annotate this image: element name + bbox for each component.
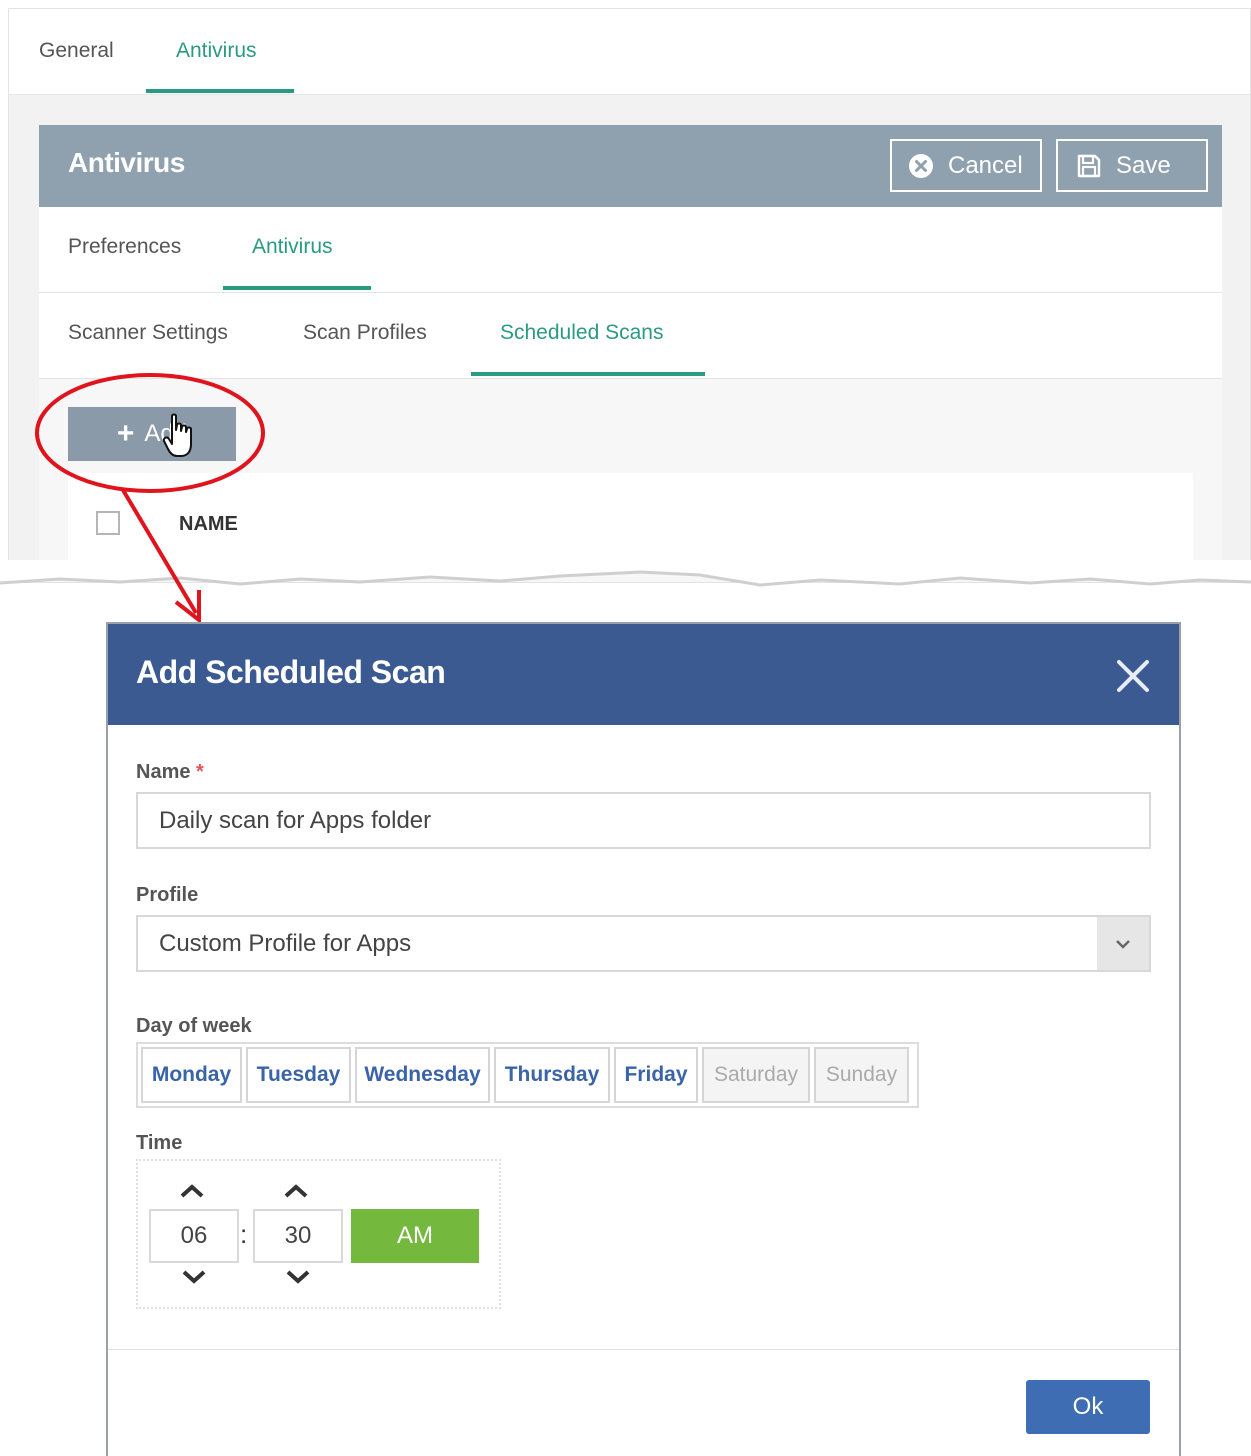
panel-header: Antivirus Cancel Save <box>39 125 1222 207</box>
plus-icon: + <box>116 417 135 450</box>
close-icon[interactable] <box>1115 658 1151 694</box>
minute-field[interactable]: 30 <box>253 1209 343 1263</box>
profile-select-value: Custom Profile for Apps <box>159 929 412 957</box>
profile-label: Profile <box>136 884 199 906</box>
tab-scheduled-scans[interactable]: Scheduled Scans <box>500 321 663 345</box>
tab-scanner-settings[interactable]: Scanner Settings <box>68 321 228 345</box>
day-friday[interactable]: Friday <box>614 1047 698 1103</box>
antivirus-settings-screen: General Antivirus Antivirus Cancel Save … <box>8 8 1251 583</box>
add-button[interactable]: + Add <box>68 407 236 461</box>
day-wednesday[interactable]: Wednesday <box>355 1047 490 1103</box>
minute-decrement-chevron-down-icon[interactable] <box>284 1267 312 1287</box>
tab-general[interactable]: General <box>39 39 114 63</box>
panel-body: Preferences Antivirus Scanner Settings S… <box>39 207 1222 582</box>
name-field-value: Daily scan for Apps folder <box>159 806 432 834</box>
day-saturday[interactable]: Saturday <box>702 1047 810 1103</box>
name-field[interactable]: Daily scan for Apps folder <box>136 792 1151 849</box>
name-label-text: Name <box>136 761 191 783</box>
cancel-circle-x-icon <box>909 153 933 178</box>
time-separator: : <box>240 1219 248 1249</box>
save-floppy-icon <box>1077 154 1101 177</box>
save-button-label: Save <box>1116 151 1171 179</box>
am-pm-toggle[interactable]: AM <box>351 1209 479 1263</box>
select-all-checkbox[interactable] <box>96 511 120 535</box>
torn-edge-divider <box>0 560 1251 587</box>
tab-scan-profiles[interactable]: Scan Profiles <box>303 321 427 345</box>
tab-antivirus-sub[interactable]: Antivirus <box>252 235 333 259</box>
ok-button[interactable]: Ok <box>1026 1380 1150 1434</box>
sub-tab-bar: Preferences Antivirus <box>39 207 1222 293</box>
time-label: Time <box>136 1132 183 1154</box>
day-of-week-selector: Monday Tuesday Wednesday Thursday Friday… <box>136 1042 919 1108</box>
add-scheduled-scan-dialog: Add Scheduled Scan Name * Daily scan for… <box>106 622 1181 1456</box>
day-thursday[interactable]: Thursday <box>494 1047 610 1103</box>
name-label: Name * <box>136 761 204 784</box>
day-of-week-label: Day of week <box>136 1015 252 1037</box>
tab-preferences[interactable]: Preferences <box>68 235 181 259</box>
hour-increment-chevron-up-icon[interactable] <box>178 1181 206 1201</box>
hour-decrement-chevron-down-icon[interactable] <box>180 1267 208 1287</box>
column-header-name: NAME <box>179 513 238 535</box>
dialog-footer-divider <box>108 1349 1179 1350</box>
top-tab-bar: General Antivirus <box>9 9 1250 95</box>
section-tab-active-indicator <box>471 372 705 376</box>
minute-increment-chevron-up-icon[interactable] <box>282 1181 310 1201</box>
hour-field[interactable]: 06 <box>149 1209 239 1263</box>
table-header: NAME <box>68 473 1193 573</box>
scheduled-scans-list: + Add NAME <box>39 379 1222 582</box>
dialog-title: Add Scheduled Scan <box>136 654 446 690</box>
time-picker: 06 : 30 AM <box>136 1159 501 1309</box>
day-sunday[interactable]: Sunday <box>814 1047 909 1103</box>
tab-active-indicator <box>146 89 294 93</box>
dialog-header: Add Scheduled Scan <box>108 624 1179 725</box>
sub-tab-active-indicator <box>223 286 371 290</box>
profile-select[interactable]: Custom Profile for Apps <box>136 915 1151 972</box>
cancel-button[interactable]: Cancel <box>890 139 1042 192</box>
required-marker: * <box>196 761 204 783</box>
panel-title: Antivirus <box>68 147 185 178</box>
day-tuesday[interactable]: Tuesday <box>246 1047 351 1103</box>
section-tab-bar: Scanner Settings Scan Profiles Scheduled… <box>39 293 1222 379</box>
add-button-label: Add <box>144 420 188 447</box>
chevron-down-icon <box>1116 939 1130 949</box>
save-button[interactable]: Save <box>1056 139 1208 192</box>
profile-dropdown-toggle[interactable] <box>1097 917 1149 970</box>
tab-antivirus[interactable]: Antivirus <box>176 39 257 63</box>
day-monday[interactable]: Monday <box>141 1047 242 1103</box>
cancel-button-label: Cancel <box>948 151 1023 179</box>
